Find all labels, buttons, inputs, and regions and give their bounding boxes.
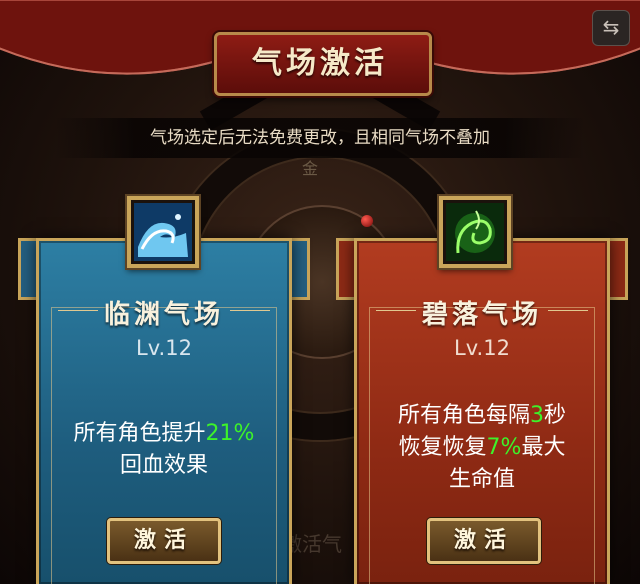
aura-level: Lv.12: [454, 336, 510, 360]
desc-highlight-value: 7%: [486, 435, 522, 460]
desc-text: 秒: [544, 403, 567, 428]
page-title: 气场激活: [252, 46, 388, 81]
aura-description: 所有角色提升21% 回血效果: [36, 418, 292, 482]
red-orb-icon: [361, 215, 373, 227]
aura-description: 所有角色每隔3秒 恢复恢复7%最大 生命值: [354, 400, 610, 496]
aura-name: 碧落气场: [421, 300, 542, 330]
swap-button[interactable]: ⇆: [592, 10, 630, 46]
desc-text: 回血效果: [119, 453, 208, 478]
swap-arrows-icon: ⇆: [602, 15, 620, 39]
name-divider: [548, 310, 588, 311]
green-vine-icon: [446, 203, 504, 261]
bagua-gold-label: 金: [302, 159, 319, 178]
activate-button-biluo[interactable]: 激活: [427, 518, 541, 564]
desc-text: 生命值: [448, 467, 515, 492]
activate-button-linyuan[interactable]: 激活: [107, 518, 221, 564]
card-wing-left: [18, 238, 38, 300]
aura-name: 临渊气场: [103, 300, 224, 330]
desc-text: 所有角色每隔: [397, 403, 530, 428]
desc-text: 所有角色提升: [73, 421, 206, 446]
card-wing-right: [290, 238, 310, 300]
name-divider: [58, 310, 98, 311]
aura-level: Lv.12: [136, 336, 192, 360]
aura-icon-frame: [127, 196, 199, 268]
desc-highlight-value: 3: [530, 403, 544, 428]
desc-highlight-value: 21%: [205, 421, 255, 446]
notice-text: 气场选定后无法免费更改，且相同气场不叠加: [55, 118, 585, 158]
name-divider: [376, 310, 416, 311]
water-wave-icon: [134, 203, 192, 261]
card-wing-left: [336, 238, 356, 300]
desc-text: 最大: [521, 435, 566, 460]
desc-text: 恢复恢复: [398, 435, 487, 460]
aura-icon-frame: [439, 196, 511, 268]
name-divider: [230, 310, 270, 311]
card-wing-right: [608, 238, 628, 300]
